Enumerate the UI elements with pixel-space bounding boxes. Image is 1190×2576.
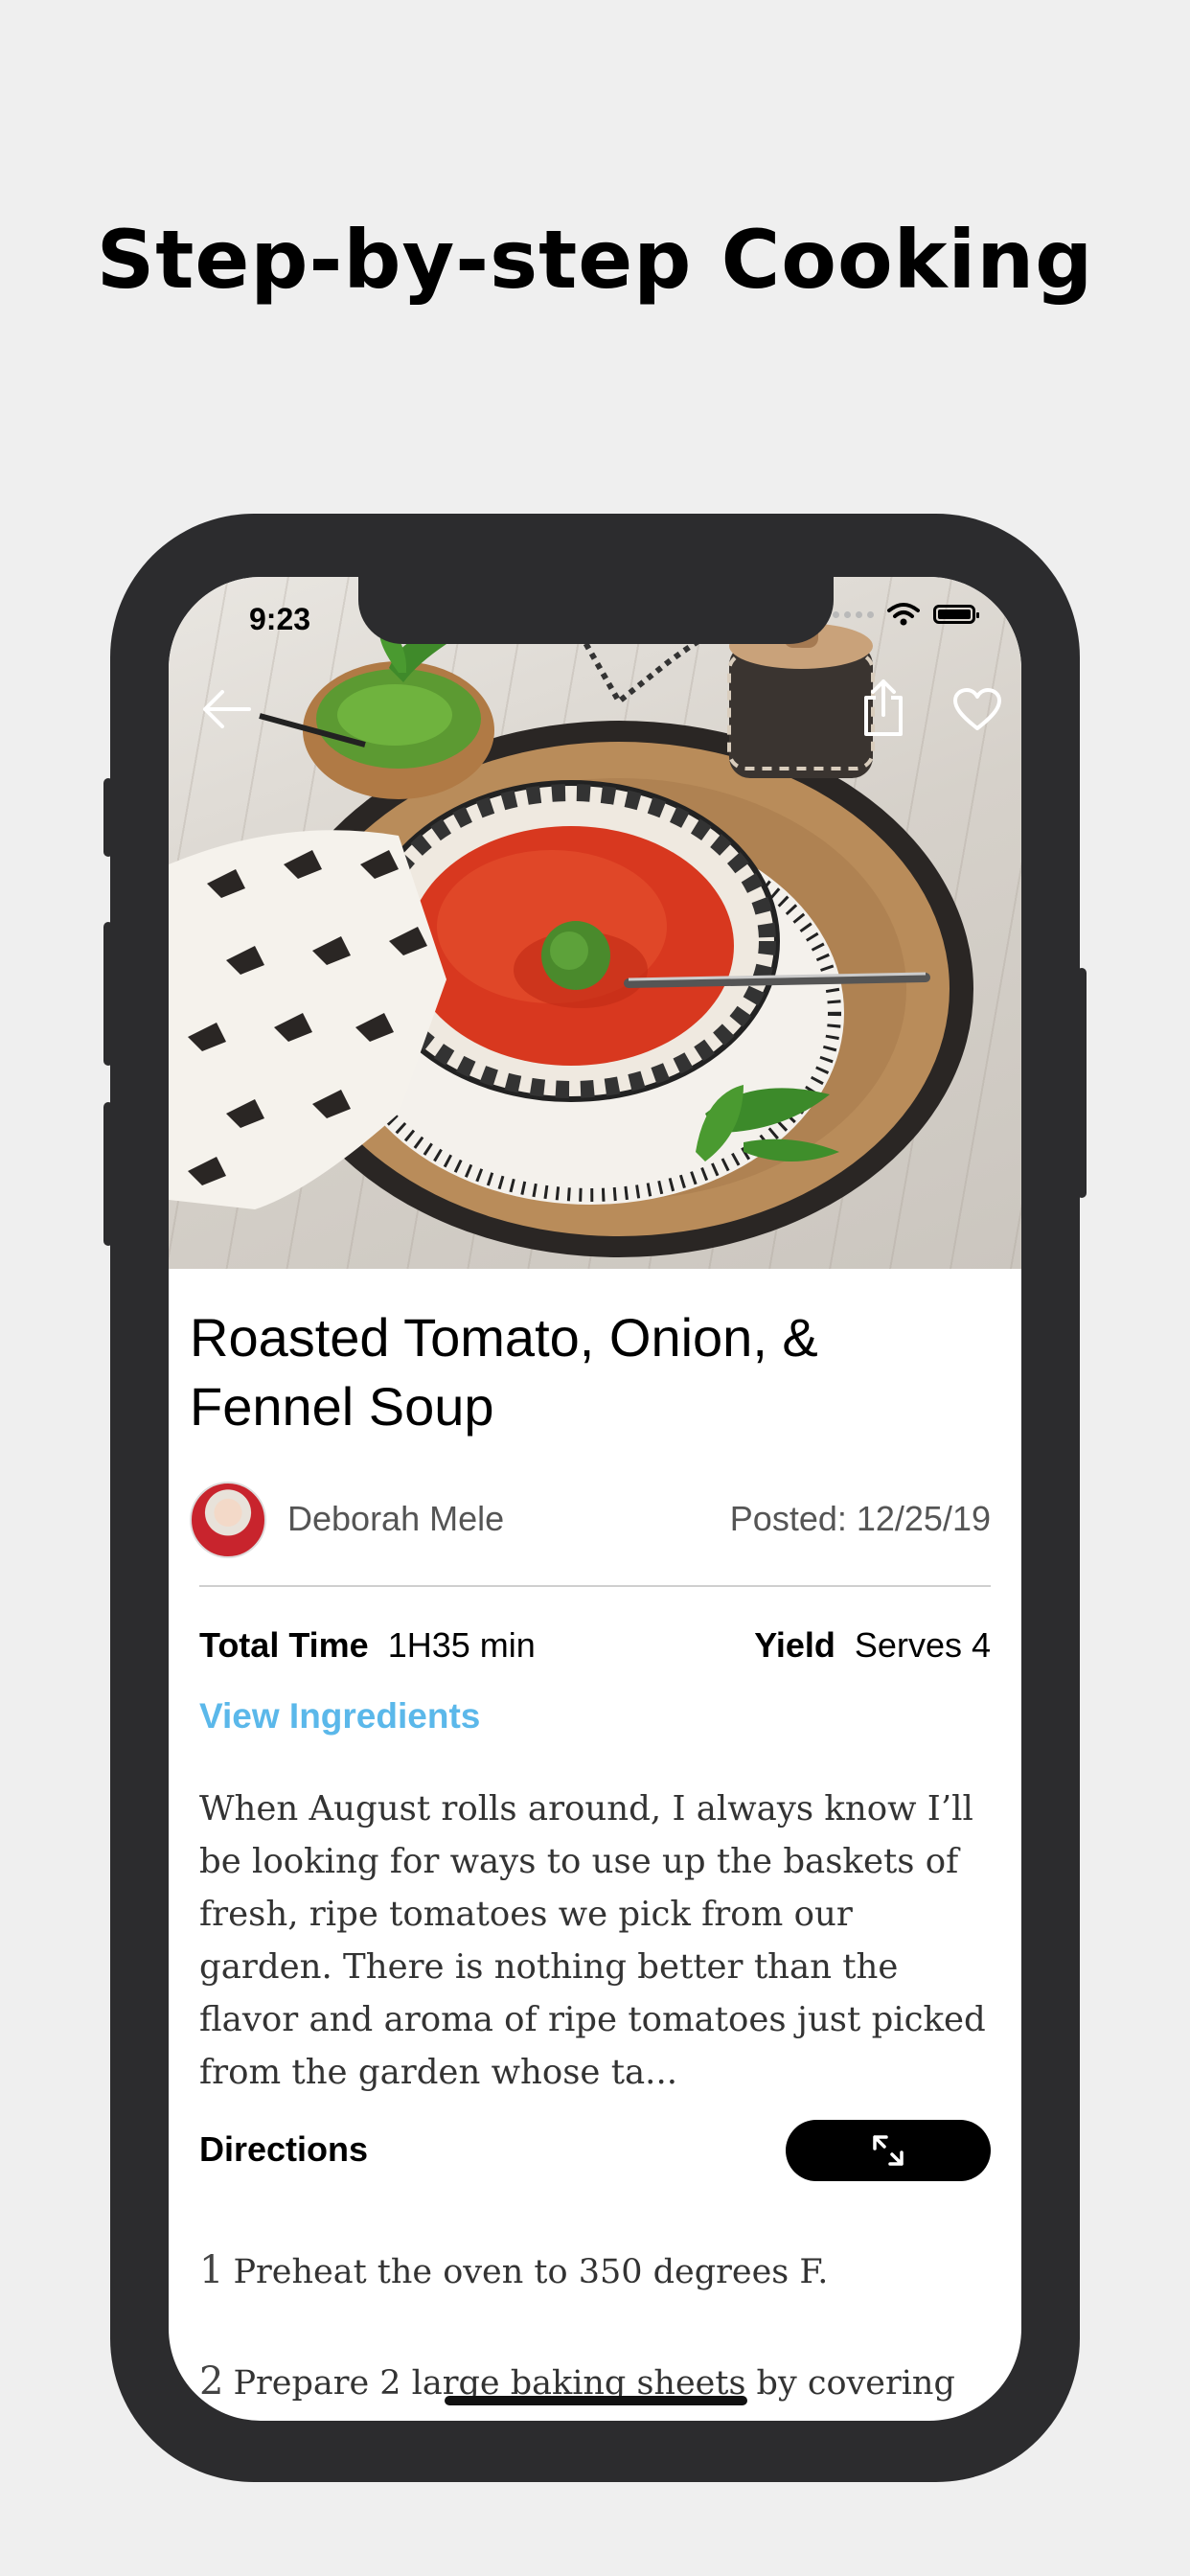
author-avatar[interactable] <box>190 1482 266 1558</box>
heart-icon[interactable] <box>952 688 1002 732</box>
view-ingredients-link[interactable]: View Ingredients <box>199 1696 480 1736</box>
expand-icon <box>873 2135 904 2166</box>
volume-up-button <box>103 922 113 1066</box>
battery-icon <box>933 605 979 624</box>
volume-down-button <box>103 1102 113 1246</box>
step-text: Preheat the oven to 350 degrees F. <box>233 2253 829 2291</box>
divider <box>199 1585 991 1587</box>
phone-screen: 9:23 Roasted Tomato, Onion, & Fennel Sou… <box>169 577 1021 2421</box>
share-icon[interactable] <box>860 678 906 738</box>
back-arrow-icon[interactable] <box>201 688 251 730</box>
mute-switch <box>103 778 113 857</box>
status-icons <box>833 602 979 627</box>
home-indicator[interactable] <box>445 2396 747 2405</box>
status-time: 9:23 <box>249 602 311 636</box>
recipe-description: When August rolls around, I always know … <box>199 1789 986 2092</box>
step-number: 2 <box>199 2359 224 2404</box>
yield-value: Serves 4 <box>854 1625 991 1665</box>
directions-heading: Directions <box>199 2129 369 2169</box>
wifi-icon <box>887 603 920 626</box>
expand-directions-button[interactable] <box>786 2120 991 2181</box>
total-time-value: 1H35 min <box>387 1625 536 1665</box>
promo-headline: Step-by-step Cooking <box>96 213 1094 307</box>
notch <box>358 577 834 644</box>
total-time-label: Total Time <box>199 1625 369 1665</box>
yield-label: Yield <box>754 1625 835 1665</box>
posted-date: Posted: 12/25/19 <box>729 1499 991 1538</box>
author-name[interactable]: Deborah Mele <box>287 1499 504 1539</box>
recipe-title: Roasted Tomato, Onion, & Fennel Soup <box>190 1307 818 1437</box>
direction-step: 1 Preheat the oven to 350 degrees F. <box>199 2248 828 2292</box>
step-number: 1 <box>199 2248 224 2292</box>
power-button <box>1077 968 1087 1198</box>
signal-icon <box>833 610 874 618</box>
